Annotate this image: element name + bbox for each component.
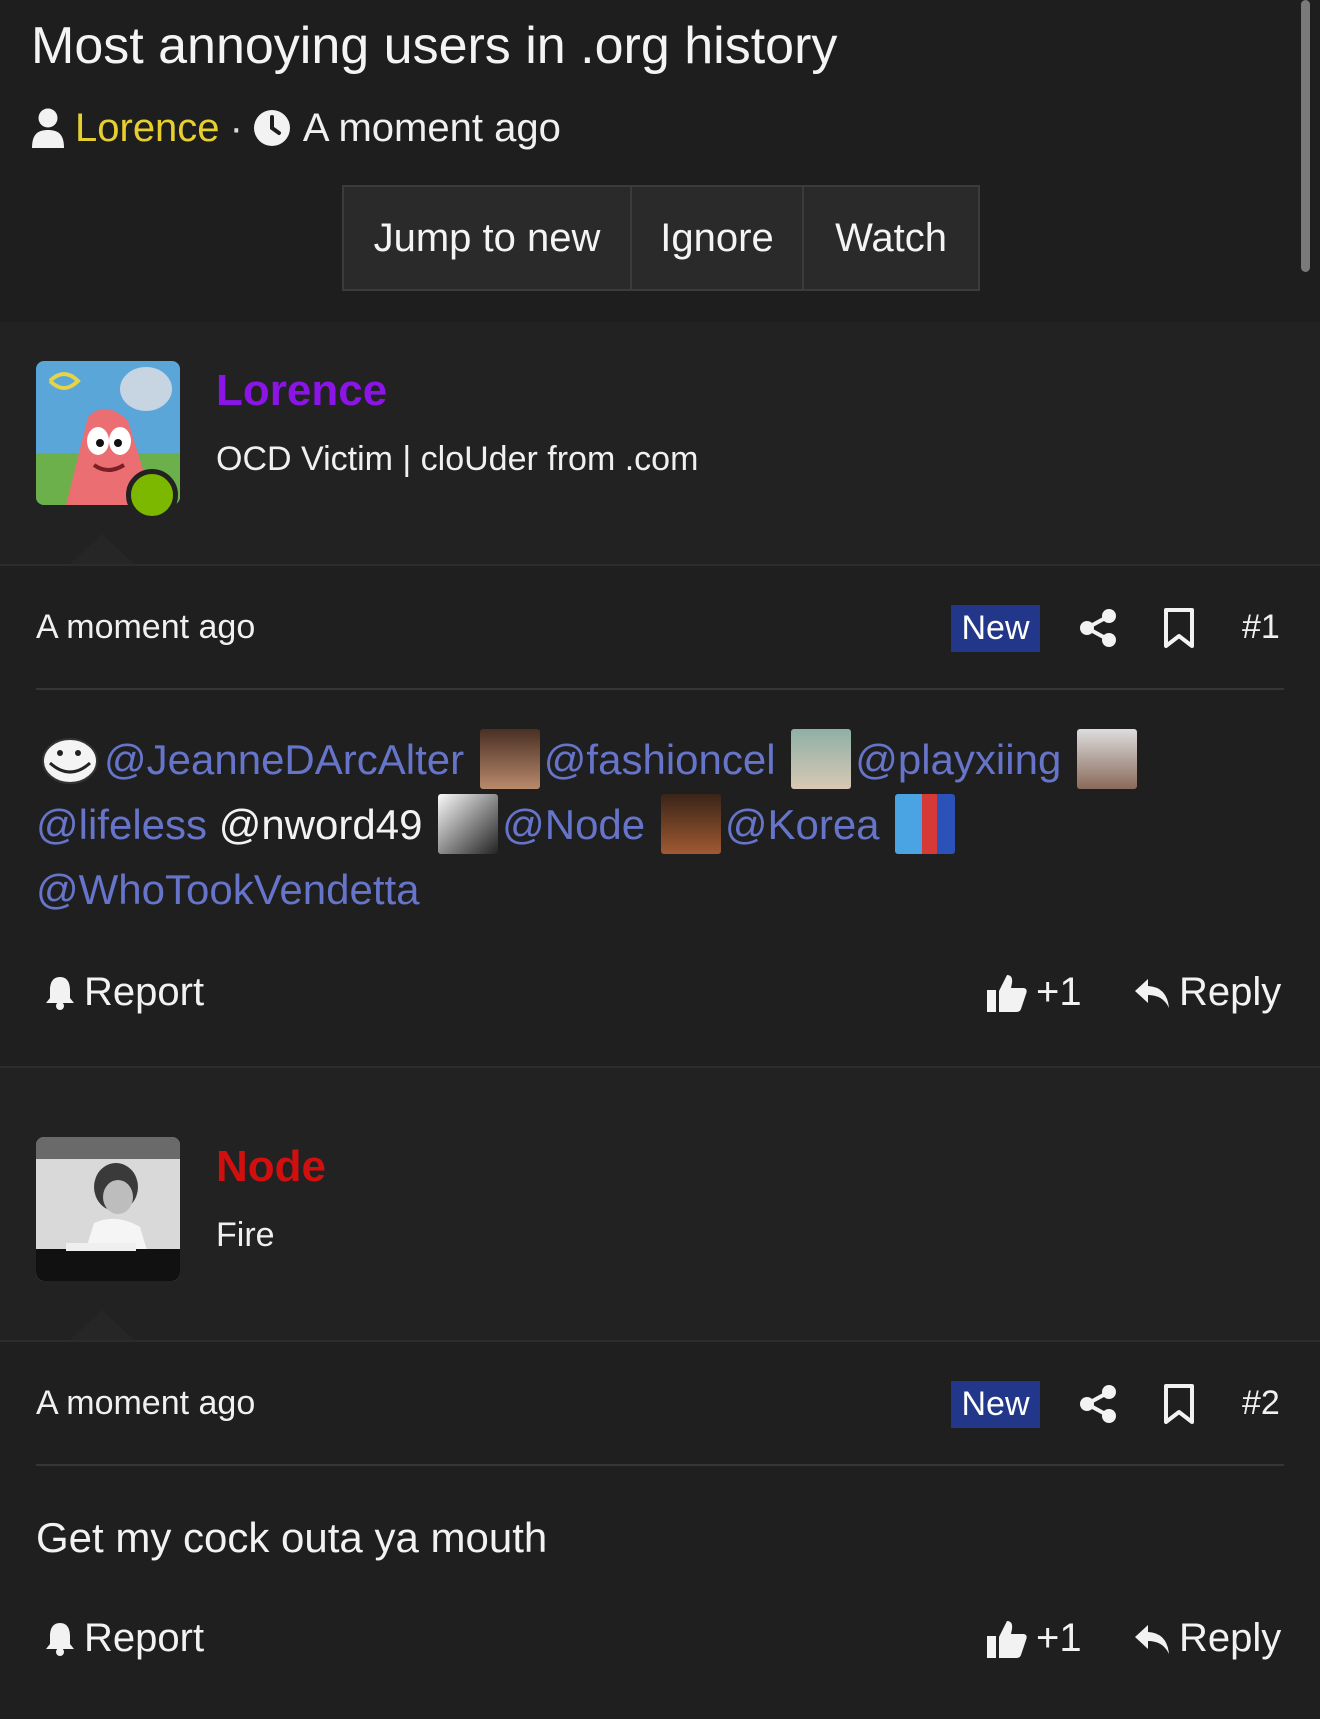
new-badge: New bbox=[951, 1381, 1040, 1428]
mention-avatar bbox=[1076, 728, 1137, 789]
user-title: OCD Victim | cloUder from .com bbox=[216, 440, 699, 478]
thread-author-link[interactable]: Lorence bbox=[75, 106, 220, 151]
thread-title: Most annoying users in .org history bbox=[31, 17, 838, 75]
post-author-block: Lorence OCD Victim | cloUder from .com bbox=[0, 324, 1320, 566]
scrollbar[interactable] bbox=[1301, 0, 1310, 272]
share-icon[interactable] bbox=[1078, 608, 1118, 648]
like-count: +1 bbox=[1036, 970, 1082, 1014]
post-username[interactable]: Lorence bbox=[216, 366, 387, 416]
troll-face-icon bbox=[40, 728, 100, 789]
reply-label: Reply bbox=[1179, 1616, 1282, 1660]
post-time[interactable]: A moment ago bbox=[36, 1384, 255, 1423]
mention-link[interactable]: @JeanneDArcAlter bbox=[104, 736, 464, 783]
thread-time: A moment ago bbox=[302, 105, 561, 150]
mention-avatar bbox=[660, 793, 721, 854]
post-number[interactable]: #1 bbox=[1242, 608, 1280, 647]
report-button[interactable]: Report bbox=[44, 1616, 204, 1661]
thread-header: Most annoying users in .org history Lore… bbox=[0, 0, 1320, 322]
mention-avatar bbox=[791, 728, 852, 789]
like-count: +1 bbox=[1036, 1616, 1082, 1660]
bookmark-icon[interactable] bbox=[1162, 1383, 1196, 1425]
post: A moment ago New #1 @JeanneDArcAlter @fa… bbox=[0, 564, 1320, 1066]
clock-icon bbox=[253, 109, 291, 147]
mention-avatar bbox=[438, 793, 499, 854]
thread-meta: Lorence · A moment ago bbox=[31, 104, 561, 152]
mention-avatar bbox=[895, 793, 956, 854]
bell-icon bbox=[44, 975, 76, 1011]
post-separator bbox=[0, 1066, 1320, 1100]
post-content: Get my cock outa ya mouth bbox=[36, 1514, 548, 1561]
reply-icon bbox=[1133, 1621, 1171, 1657]
post: A moment ago New #2 Get my cock outa ya … bbox=[0, 1340, 1320, 1719]
author-pointer bbox=[68, 1310, 136, 1342]
mention-link[interactable]: @WhoTookVendetta bbox=[36, 866, 420, 913]
report-label: Report bbox=[84, 1616, 205, 1660]
reply-icon bbox=[1133, 975, 1171, 1011]
report-button[interactable]: Report bbox=[44, 970, 204, 1015]
report-label: Report bbox=[84, 970, 205, 1014]
mention-link[interactable]: @Korea bbox=[725, 801, 880, 848]
author-pointer bbox=[68, 534, 136, 566]
post-time[interactable]: A moment ago bbox=[36, 608, 255, 647]
thread-actions: Jump to new Ignore Watch bbox=[342, 185, 980, 291]
bookmark-icon[interactable] bbox=[1162, 607, 1196, 649]
user-title: Fire bbox=[216, 1216, 275, 1254]
thumbs-up-icon bbox=[986, 1619, 1028, 1659]
thumbs-up-icon bbox=[986, 973, 1028, 1013]
reply-label: Reply bbox=[1179, 970, 1282, 1014]
post-divider bbox=[36, 688, 1284, 690]
mention-link[interactable]: @lifeless bbox=[36, 801, 207, 848]
meta-separator: · bbox=[229, 105, 243, 150]
reply-button[interactable]: Reply bbox=[1133, 1616, 1281, 1661]
avatar[interactable] bbox=[36, 1137, 180, 1281]
new-badge: New bbox=[951, 605, 1040, 652]
mention-avatar bbox=[479, 728, 540, 789]
like-button[interactable]: +1 bbox=[986, 970, 1082, 1015]
ignore-button[interactable]: Ignore bbox=[632, 187, 804, 289]
mention-link[interactable]: @fashioncel bbox=[544, 736, 776, 783]
post-username[interactable]: Node bbox=[216, 1142, 326, 1192]
reply-button[interactable]: Reply bbox=[1133, 970, 1281, 1015]
post-number[interactable]: #2 bbox=[1242, 1384, 1280, 1423]
watch-button[interactable]: Watch bbox=[804, 187, 978, 289]
online-status-indicator bbox=[126, 469, 178, 521]
bell-icon bbox=[44, 1621, 76, 1657]
mention-link[interactable]: @Node bbox=[502, 801, 645, 848]
share-icon[interactable] bbox=[1078, 1384, 1118, 1424]
post-content: @JeanneDArcAlter @fashioncel @playxiing … bbox=[36, 728, 1286, 921]
jump-to-new-button[interactable]: Jump to new bbox=[344, 187, 632, 289]
post-author-block: Node Fire bbox=[0, 1100, 1320, 1342]
mention-text: @nword49 bbox=[218, 800, 423, 848]
mention-link[interactable]: @playxiing bbox=[855, 736, 1061, 783]
user-icon bbox=[31, 108, 65, 148]
like-button[interactable]: +1 bbox=[986, 1616, 1082, 1661]
post-divider bbox=[36, 1464, 1284, 1466]
